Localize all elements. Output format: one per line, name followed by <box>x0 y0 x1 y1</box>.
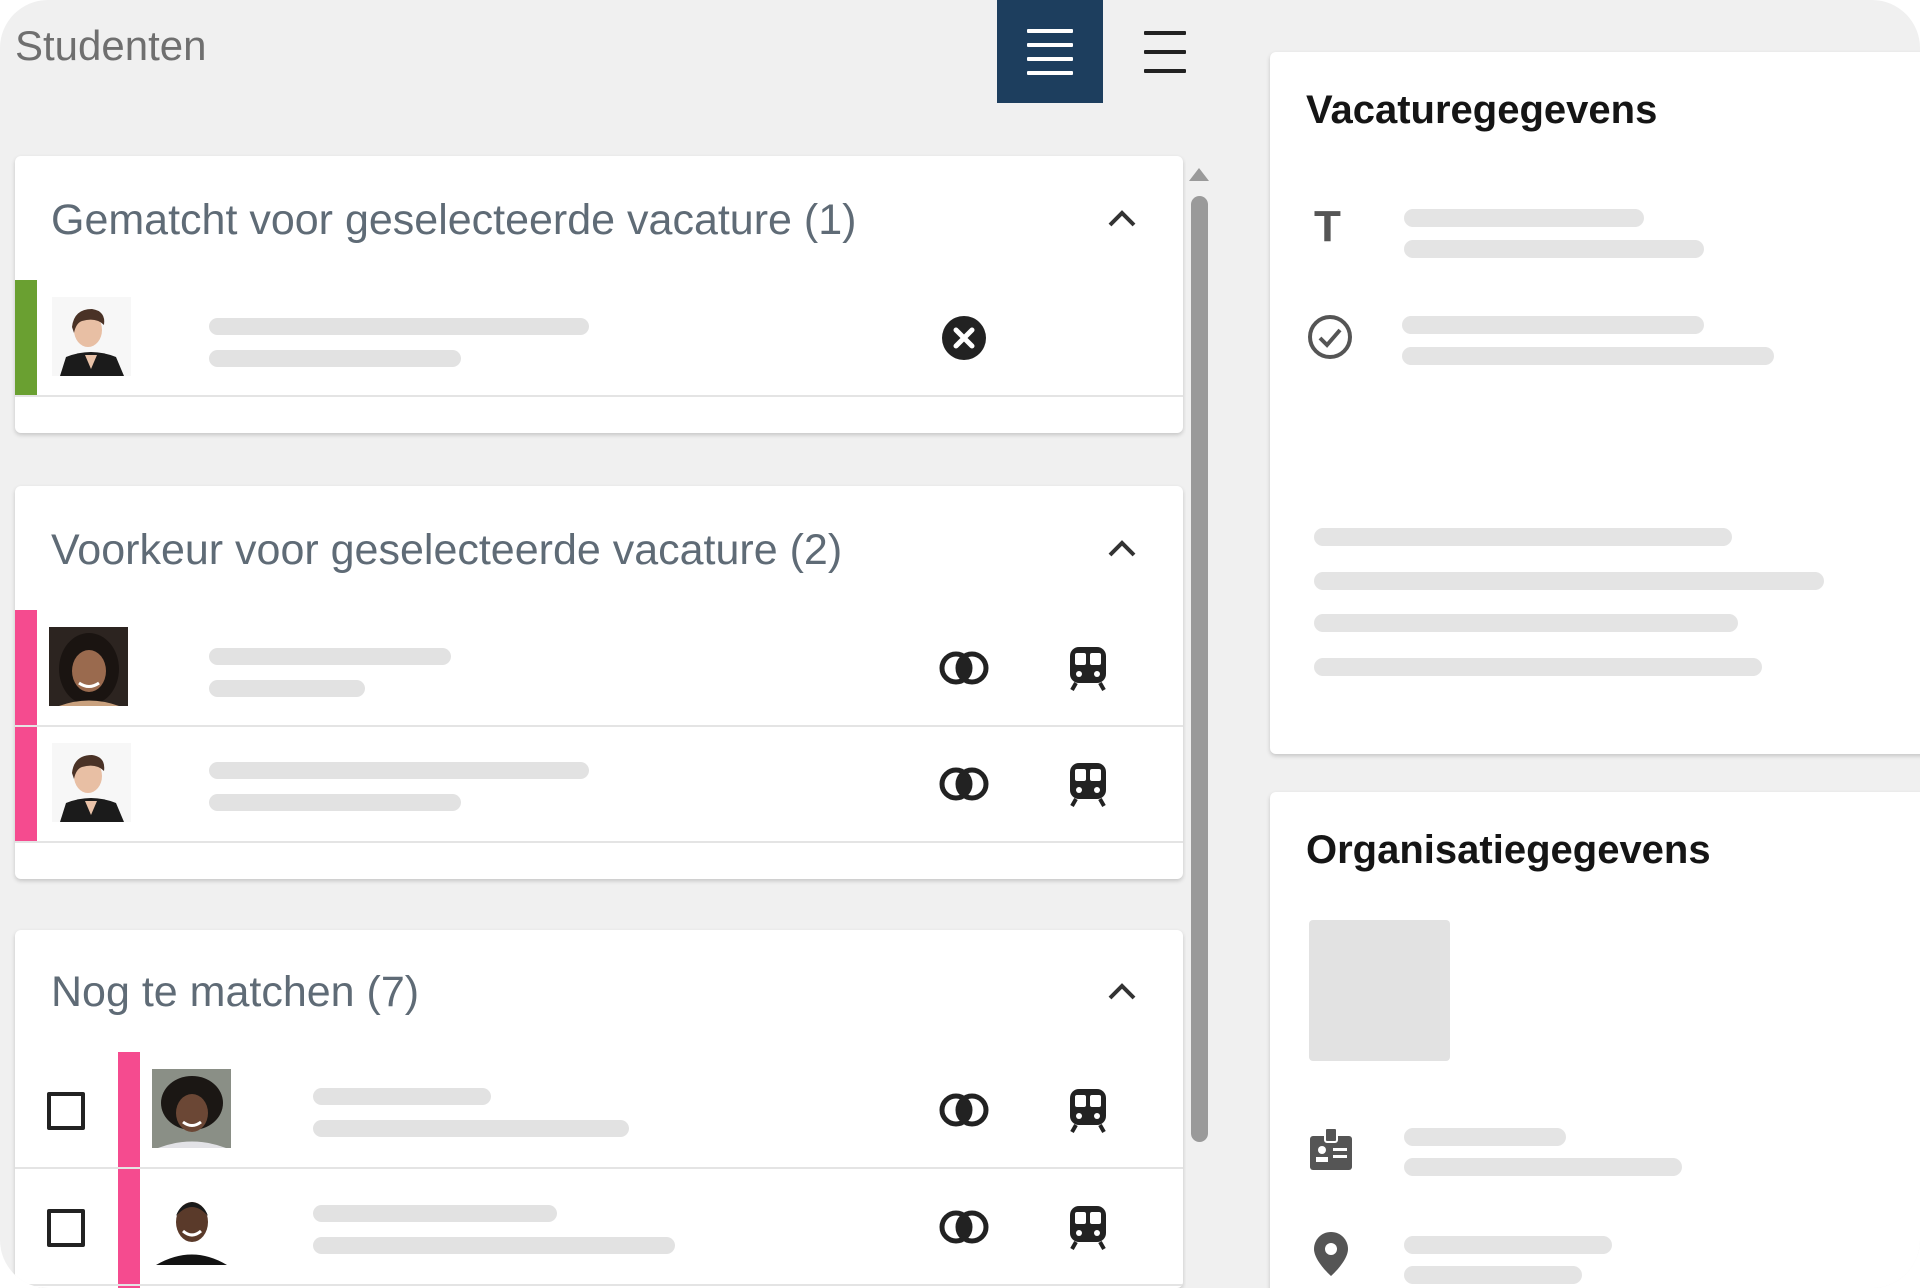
compact-list-icon <box>1144 30 1186 73</box>
match-icon <box>939 1210 989 1244</box>
organisation-detail-placeholder <box>1404 1158 1682 1176</box>
train-icon <box>1070 1089 1106 1133</box>
detail-placeholder <box>209 350 461 367</box>
match-icon <box>939 651 989 685</box>
chevron-up-icon <box>1108 540 1136 557</box>
avatar <box>49 627 128 706</box>
travel-button[interactable] <box>1062 758 1114 810</box>
description-line-placeholder <box>1314 528 1732 546</box>
id-badge-icon <box>1310 1127 1352 1170</box>
name-placeholder <box>209 762 589 779</box>
name-placeholder <box>209 648 451 665</box>
select-checkbox[interactable] <box>47 1209 85 1247</box>
section-preference: Voorkeur voor geselecteerde vacature (2) <box>15 486 1183 879</box>
collapse-button[interactable] <box>1104 530 1140 566</box>
match-icon <box>939 1093 989 1127</box>
avatar <box>52 297 131 376</box>
description-line-placeholder <box>1314 614 1738 632</box>
detail-placeholder <box>313 1237 675 1254</box>
match-button[interactable] <box>938 1084 990 1136</box>
student-row[interactable] <box>15 610 1183 727</box>
section-title: Nog te matchen (7) <box>51 968 420 1016</box>
chevron-up-icon <box>1108 983 1136 1000</box>
list-view-icon <box>1027 28 1073 75</box>
status-placeholder <box>1402 316 1704 334</box>
name-placeholder <box>313 1205 557 1222</box>
match-button[interactable] <box>938 642 990 694</box>
match-icon <box>939 767 989 801</box>
app-frame: Studenten Gematcht voor geselecteerde va… <box>0 0 1920 1288</box>
title-detail-placeholder <box>1404 240 1704 258</box>
name-placeholder <box>209 318 589 335</box>
avatar <box>52 743 131 822</box>
train-icon <box>1070 763 1106 807</box>
location-pin-icon <box>1314 1232 1348 1276</box>
travel-button[interactable] <box>1062 1084 1114 1136</box>
travel-button[interactable] <box>1062 642 1114 694</box>
select-checkbox[interactable] <box>47 1092 85 1130</box>
text-icon: T <box>1314 202 1341 251</box>
student-row[interactable] <box>15 726 1183 843</box>
avatar <box>152 1069 231 1148</box>
avatar <box>152 1186 231 1265</box>
check-circle-icon <box>1308 315 1352 359</box>
list-view-button[interactable] <box>997 0 1103 103</box>
section-matched: Gematcht voor geselecteerde vacature (1) <box>15 156 1183 433</box>
section-title: Voorkeur voor geselecteerde vacature (2) <box>51 526 843 574</box>
organisation-panel-title: Organisatiegegevens <box>1306 828 1711 872</box>
student-row[interactable] <box>15 280 1183 397</box>
status-detail-placeholder <box>1402 347 1774 365</box>
address-placeholder <box>1404 1236 1612 1254</box>
organisation-logo-placeholder <box>1309 920 1450 1061</box>
title-placeholder <box>1404 209 1644 227</box>
unmatch-icon <box>942 316 986 360</box>
match-button[interactable] <box>938 1201 990 1253</box>
detail-placeholder <box>209 794 461 811</box>
travel-button[interactable] <box>1062 1201 1114 1253</box>
scroll-up-arrow-icon[interactable] <box>1189 168 1209 181</box>
description-line-placeholder <box>1314 658 1762 676</box>
compact-view-button[interactable] <box>1112 0 1218 103</box>
train-icon <box>1070 1206 1106 1250</box>
section-to-match: Nog te matchen (7) <box>15 930 1183 1288</box>
detail-placeholder <box>209 680 365 697</box>
detail-placeholder <box>313 1120 629 1137</box>
address-detail-placeholder <box>1404 1266 1582 1284</box>
chevron-up-icon <box>1108 210 1136 227</box>
organisation-panel: Organisatiegegevens <box>1270 792 1920 1288</box>
collapse-button[interactable] <box>1104 200 1140 236</box>
train-icon <box>1070 647 1106 691</box>
section-title: Gematcht voor geselecteerde vacature (1) <box>51 196 857 244</box>
name-placeholder <box>313 1088 491 1105</box>
page-title: Studenten <box>15 22 207 69</box>
student-row[interactable] <box>15 1052 1183 1169</box>
description-line-placeholder <box>1314 572 1824 590</box>
unmatch-button[interactable] <box>938 312 990 364</box>
vacancy-panel-title: Vacaturegegevens <box>1306 88 1658 132</box>
organisation-name-placeholder <box>1404 1128 1566 1146</box>
match-button[interactable] <box>938 758 990 810</box>
vacancy-panel: Vacaturegegevens T <box>1270 52 1920 754</box>
scrollbar-thumb[interactable] <box>1191 196 1208 1142</box>
collapse-button[interactable] <box>1104 973 1140 1009</box>
student-row[interactable] <box>15 1169 1183 1286</box>
status-bar-matched <box>15 280 37 395</box>
